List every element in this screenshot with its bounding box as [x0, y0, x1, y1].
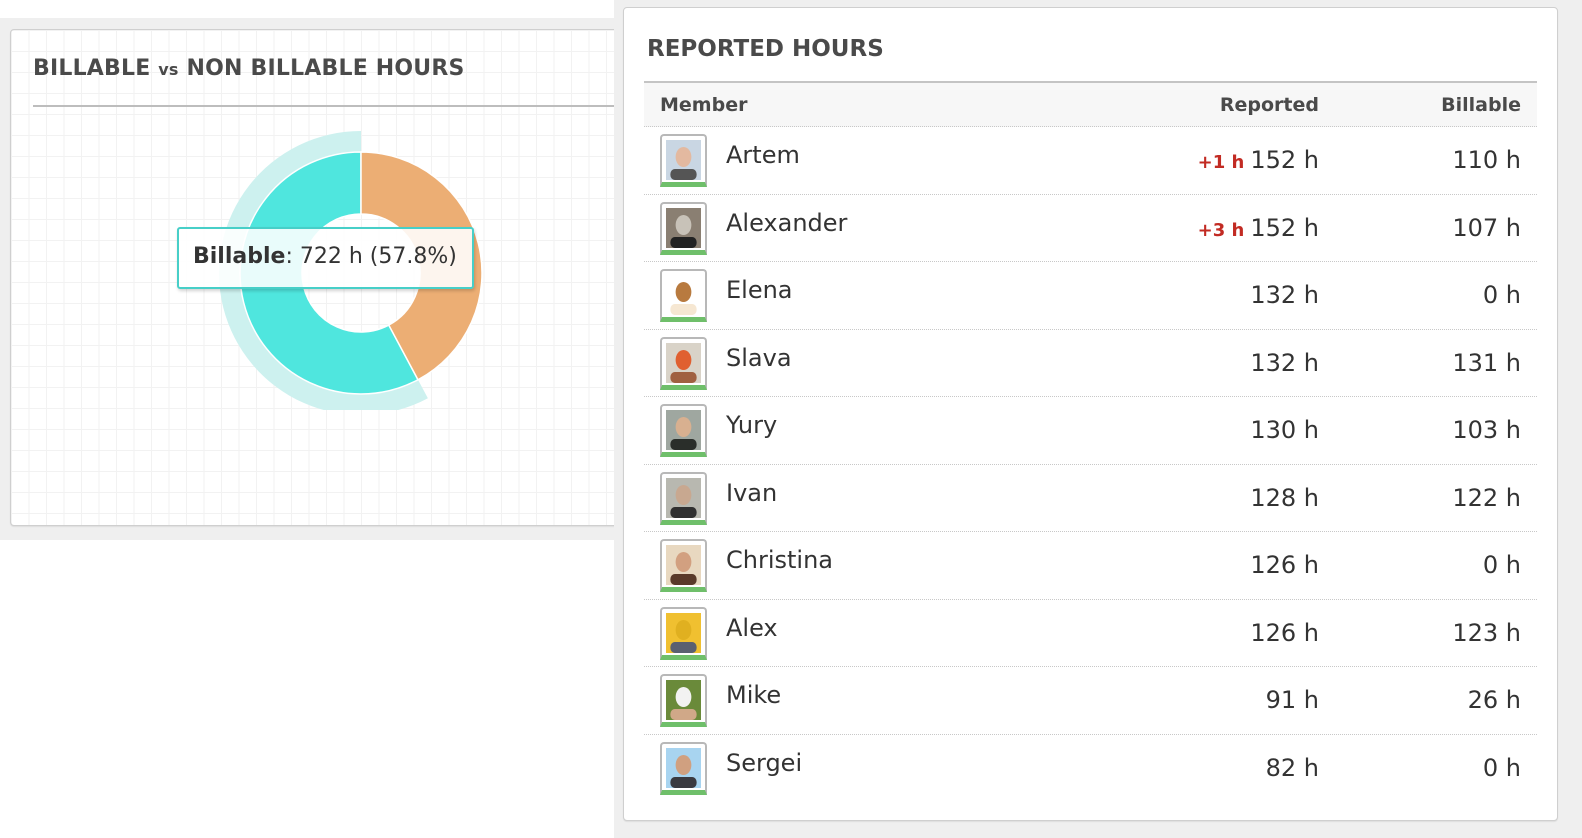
billable-hours: 122 h [1452, 483, 1521, 512]
billable-hours: 110 h [1452, 146, 1521, 174]
member-avatar[interactable] [660, 674, 707, 727]
table-row[interactable]: Slava 132 h 131 h [644, 330, 1537, 397]
table-header: Member Reported Billable [644, 81, 1537, 127]
photo-man-sky-icon [666, 747, 701, 788]
photo-koala-icon [666, 207, 701, 248]
billable-hours: 131 h [1452, 348, 1521, 377]
table-row[interactable]: Christina 126 h 0 h [644, 532, 1537, 600]
photo-man-glasses-icon [666, 477, 701, 518]
table-row[interactable]: Artem +1 h 152 h 110 h [644, 127, 1537, 195]
photo-woman-icon [666, 545, 701, 585]
member-name[interactable]: Alexander [726, 209, 847, 237]
member-avatar[interactable] [660, 201, 707, 255]
reported-hours: +3 h 152 h [1197, 213, 1319, 242]
member-avatar[interactable] [660, 741, 707, 795]
column-header-reported[interactable]: Reported [1220, 94, 1319, 116]
chart-tooltip: Billable: 722 h (57.8%) [177, 227, 474, 289]
member-name[interactable]: Elena [726, 276, 793, 304]
table-row[interactable]: Mike 91 h 26 h [644, 667, 1537, 735]
billable-hours: 103 h [1452, 416, 1521, 444]
reported-hours: +1 h 152 h [1197, 146, 1319, 174]
column-header-billable[interactable]: Billable [1441, 94, 1521, 116]
photo-man-flag-icon [666, 140, 701, 180]
table-body: Artem +1 h 152 h 110 h Alexander +3 h 152 … [644, 127, 1537, 802]
member-avatar[interactable] [660, 404, 707, 457]
member-avatar[interactable] [660, 336, 707, 390]
widget-title: BILLABLE vs NON BILLABLE HOURS [33, 56, 465, 81]
reported-hours-widget: REPORTED HOURS Member Reported Billable … [623, 7, 1558, 821]
table-row[interactable]: Alexander +3 h 152 h 107 h [644, 195, 1537, 262]
billable-hours: 123 h [1452, 618, 1521, 647]
widget-title: REPORTED HOURS [647, 36, 884, 62]
member-name[interactable]: Slava [726, 344, 792, 372]
member-avatar[interactable] [660, 539, 707, 592]
member-name[interactable]: Artem [726, 141, 800, 169]
billable-hours: 0 h [1482, 551, 1521, 579]
reported-hours: 132 h [1250, 348, 1319, 377]
reported-hours: 126 h [1250, 551, 1319, 579]
reported-hours: 130 h [1250, 416, 1319, 444]
photo-smiley-icon [666, 612, 701, 653]
member-avatar[interactable] [660, 471, 707, 525]
member-name[interactable]: Mike [726, 681, 781, 709]
member-name[interactable]: Alex [726, 614, 778, 642]
member-name[interactable]: Ivan [726, 479, 777, 507]
member-name[interactable]: Christina [726, 546, 833, 574]
table-row[interactable]: Sergei 82 h 0 h [644, 735, 1537, 803]
member-avatar[interactable] [660, 269, 707, 322]
billable-hours: 0 h [1482, 281, 1521, 309]
reported-hours: 128 h [1250, 483, 1319, 512]
photo-man-hat-icon [666, 680, 701, 720]
reported-hours: 91 h [1265, 686, 1319, 714]
table-row[interactable]: Ivan 128 h 122 h [644, 465, 1537, 532]
title-divider [33, 105, 629, 107]
billable-hours: 0 h [1482, 753, 1521, 782]
member-avatar[interactable] [660, 134, 707, 187]
member-name[interactable]: Yury [726, 411, 777, 439]
billable-hours: 26 h [1467, 686, 1521, 714]
reported-delta: +1 h [1197, 152, 1245, 173]
drawing-girl-icon [666, 275, 701, 315]
table-row[interactable]: Alex 126 h 123 h [644, 600, 1537, 667]
reported-hours: 132 h [1250, 281, 1319, 309]
reported-hours: 126 h [1250, 618, 1319, 647]
billable-hours: 107 h [1452, 213, 1521, 242]
member-avatar[interactable] [660, 606, 707, 660]
column-header-member[interactable]: Member [660, 94, 747, 116]
reported-hours: 82 h [1265, 753, 1319, 782]
reported-delta: +3 h [1197, 219, 1245, 241]
reported-hours-table: Member Reported Billable Artem +1 h 152 h… [644, 81, 1537, 802]
photo-man-dark-icon [666, 410, 701, 450]
table-row[interactable]: Elena 132 h 0 h [644, 262, 1537, 330]
member-name[interactable]: Sergei [726, 749, 802, 777]
photo-man-orange-icon [666, 342, 701, 383]
table-row[interactable]: Yury 130 h 103 h [644, 397, 1537, 465]
